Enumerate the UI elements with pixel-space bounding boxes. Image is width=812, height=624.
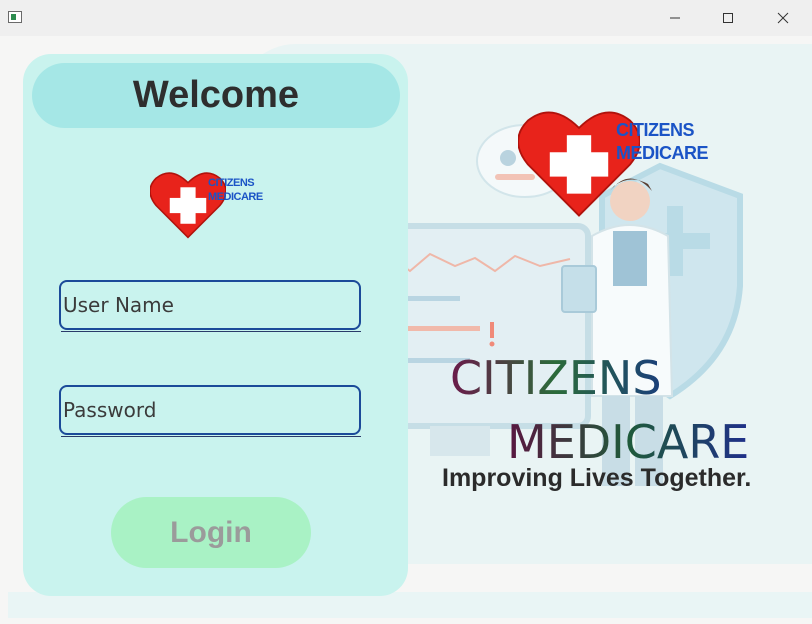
username-input[interactable] (59, 280, 361, 330)
small-logo: CITIZENS MEDICARE (150, 169, 280, 239)
welcome-title: Welcome (132, 74, 300, 116)
large-logo-line1: CITIZENS (616, 120, 695, 140)
window-app-icon (8, 11, 22, 23)
title-bar (0, 0, 812, 36)
app-content: Welcome CITIZENS MEDICARE Login CITIZENS… (0, 36, 812, 624)
welcome-banner: Welcome (32, 63, 400, 128)
small-logo-line2: MEDICARE (208, 191, 263, 203)
tagline: Improving Lives Together. (442, 464, 752, 492)
large-logo-line2: MEDICARE (616, 143, 709, 163)
hero-brand-medicare: MEDICARE (507, 416, 747, 468)
large-logo: CITIZENS MEDICARE (518, 106, 738, 218)
hero-medicare-text: MEDICARE (507, 416, 747, 468)
password-input[interactable] (59, 385, 361, 435)
hero-citizens-text: CITIZENS (450, 352, 662, 404)
minimize-icon (670, 17, 680, 19)
close-button[interactable] (760, 0, 806, 36)
minimize-button[interactable] (652, 0, 698, 36)
username-underline (61, 331, 361, 332)
close-icon (777, 12, 789, 24)
maximize-icon (723, 13, 733, 23)
maximize-button[interactable] (705, 0, 751, 36)
small-logo-line1: CITIZENS (208, 177, 255, 189)
hero-brand-citizens: CITIZENS (450, 352, 662, 404)
login-button-label: Login (170, 515, 252, 549)
login-button[interactable]: Login (111, 497, 311, 568)
password-underline (61, 436, 361, 437)
